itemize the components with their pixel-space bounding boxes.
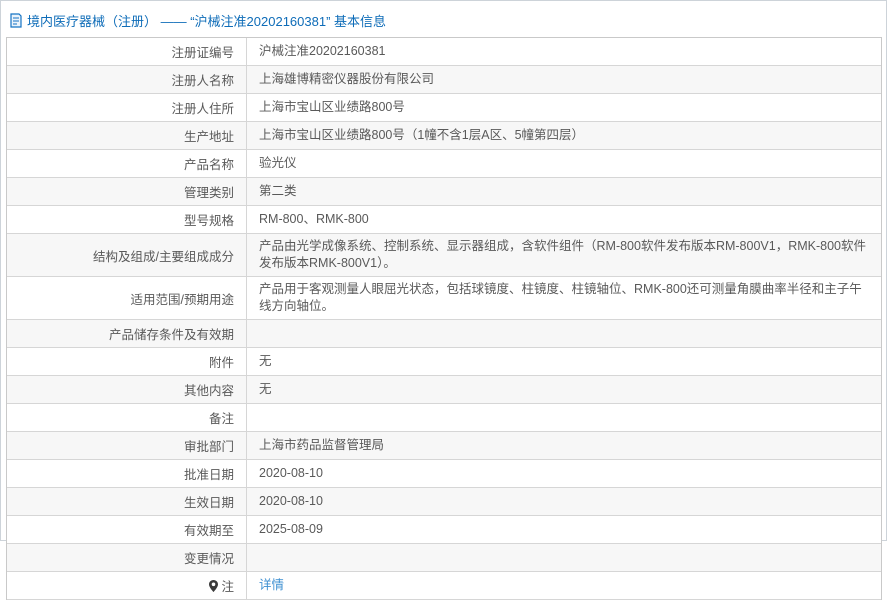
table-row: 注册人住所上海市宝山区业绩路800号	[7, 94, 881, 122]
table-row: 变更情况	[7, 544, 881, 572]
row-value: 无	[247, 376, 881, 403]
table-row: 附件无	[7, 348, 881, 376]
row-value: 上海市宝山区业绩路800号（1幢不含1层A区、5幢第四层）	[247, 122, 881, 149]
table-row: 产品名称验光仪	[7, 150, 881, 178]
table-row: 其他内容无	[7, 376, 881, 404]
row-value: 上海市药品监督管理局	[247, 432, 881, 459]
table-row: 注册人名称上海雄博精密仪器股份有限公司	[7, 66, 881, 94]
row-label: 审批部门	[7, 432, 247, 459]
row-label: 附件	[7, 348, 247, 375]
info-table: 注册证编号沪械注准20202160381注册人名称上海雄博精密仪器股份有限公司注…	[6, 37, 882, 600]
row-value: 产品用于客观测量人眼屈光状态，包括球镜度、柱镜度、柱镜轴位、RMK-800还可测…	[247, 277, 881, 319]
row-label: 注册人名称	[7, 66, 247, 93]
table-row: 适用范围/预期用途产品用于客观测量人眼屈光状态，包括球镜度、柱镜度、柱镜轴位、R…	[7, 277, 881, 320]
document-icon	[10, 13, 22, 28]
page-title: 境内医疗器械（注册） —— “沪械注准20202160381” 基本信息	[27, 11, 386, 30]
table-row: 生产地址上海市宝山区业绩路800号（1幢不含1层A区、5幢第四层）	[7, 122, 881, 150]
row-label: 注	[7, 572, 247, 599]
row-label: 产品储存条件及有效期	[7, 320, 247, 347]
row-value: 2025-08-09	[247, 516, 881, 543]
row-value: RM-800、RMK-800	[247, 206, 881, 233]
row-value: 沪械注准20202160381	[247, 38, 881, 65]
row-label: 生效日期	[7, 488, 247, 515]
pin-icon	[209, 580, 218, 592]
registration-info-panel: 境内医疗器械（注册） —— “沪械注准20202160381” 基本信息 注册证…	[0, 0, 887, 541]
page-header: 境内医疗器械（注册） —— “沪械注准20202160381” 基本信息	[6, 6, 880, 37]
table-row: 注册证编号沪械注准20202160381	[7, 38, 881, 66]
table-row: 批准日期2020-08-10	[7, 460, 881, 488]
row-label: 注册证编号	[7, 38, 247, 65]
row-value: 无	[247, 348, 881, 375]
row-label: 批准日期	[7, 460, 247, 487]
row-value: 验光仪	[247, 150, 881, 177]
row-value: 上海市宝山区业绩路800号	[247, 94, 881, 121]
row-label: 备注	[7, 404, 247, 431]
table-row: 型号规格RM-800、RMK-800	[7, 206, 881, 234]
row-label: 管理类别	[7, 178, 247, 205]
table-row: 管理类别第二类	[7, 178, 881, 206]
row-label: 型号规格	[7, 206, 247, 233]
row-value: 2020-08-10	[247, 460, 881, 487]
table-row: 产品储存条件及有效期	[7, 320, 881, 348]
row-value: 产品由光学成像系统、控制系统、显示器组成，含软件组件（RM-800软件发布版本R…	[247, 234, 881, 276]
details-link[interactable]: 详情	[259, 577, 284, 594]
table-row: 审批部门上海市药品监督管理局	[7, 432, 881, 460]
row-value: 详情	[247, 572, 881, 599]
row-label: 适用范围/预期用途	[7, 277, 247, 319]
table-row: 备注	[7, 404, 881, 432]
row-value: 上海雄博精密仪器股份有限公司	[247, 66, 881, 93]
row-value	[247, 404, 881, 431]
table-row: 结构及组成/主要组成成分产品由光学成像系统、控制系统、显示器组成，含软件组件（R…	[7, 234, 881, 277]
row-value: 第二类	[247, 178, 881, 205]
info-table-body: 注册证编号沪械注准20202160381注册人名称上海雄博精密仪器股份有限公司注…	[7, 38, 881, 600]
row-label: 变更情况	[7, 544, 247, 571]
row-value	[247, 320, 881, 347]
table-row: 生效日期2020-08-10	[7, 488, 881, 516]
row-label: 生产地址	[7, 122, 247, 149]
row-value	[247, 544, 881, 571]
row-value: 2020-08-10	[247, 488, 881, 515]
table-row: 注详情	[7, 572, 881, 600]
row-label: 其他内容	[7, 376, 247, 403]
row-label: 有效期至	[7, 516, 247, 543]
row-label: 注册人住所	[7, 94, 247, 121]
table-row: 有效期至2025-08-09	[7, 516, 881, 544]
row-label: 结构及组成/主要组成成分	[7, 234, 247, 276]
row-label: 产品名称	[7, 150, 247, 177]
